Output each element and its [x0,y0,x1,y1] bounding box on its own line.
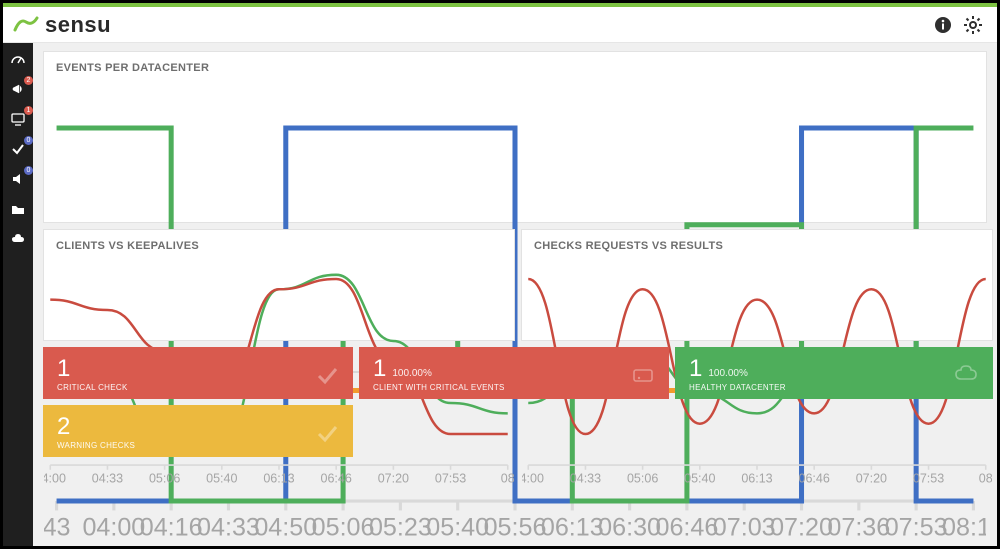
info-icon [934,16,952,34]
check-icon [315,363,339,392]
topbar: sensu [3,3,997,43]
svg-text:06:46: 06:46 [799,471,830,485]
svg-text:43: 43 [44,514,71,542]
svg-text:05:40: 05:40 [426,514,489,542]
svg-text:05:06: 05:06 [312,514,375,542]
svg-text:07:03: 07:03 [713,514,776,542]
tile-value: 1 [373,355,386,382]
sidebar-item-clients[interactable]: 1 [8,109,28,129]
tile-pct: 100.00% [708,368,747,379]
megaphone-icon [10,81,26,97]
info-button[interactable] [933,15,953,35]
svg-text:08: 08 [979,471,992,485]
svg-text:04:33: 04:33 [197,514,260,542]
drive-icon [631,363,655,392]
sidebar-item-events[interactable]: 2 [8,79,28,99]
svg-text:04:00: 04:00 [522,471,544,485]
svg-text:04:33: 04:33 [570,471,601,485]
panel-events-per-dc: EVENTS PER DATACENTER 4304:0004:1604:330… [43,51,987,223]
sidebar-item-stashes[interactable] [8,199,28,219]
svg-text:05:06: 05:06 [149,471,180,485]
svg-text:05:56: 05:56 [484,514,547,542]
tile-critical-check[interactable]: 1 CRITICAL CHECK [43,347,353,399]
svg-text:07:20: 07:20 [378,471,409,485]
panel-clients-vs-keepalives: CLIENTS VS KEEPALIVES 04:0004:3305:0605:… [43,229,515,341]
svg-text:05:23: 05:23 [369,514,432,542]
folder-icon [10,201,26,217]
svg-text:06:46: 06:46 [655,514,718,542]
tile-warning-checks[interactable]: 2 WARNING CHECKS [43,405,353,457]
sidebar-item-dashboard[interactable] [8,49,28,69]
sidebar-badge: 1 [24,106,33,115]
sidebar: 2 1 0 0 [3,43,33,546]
tile-value: 1 [689,355,702,382]
panel-title: CLIENTS VS KEEPALIVES [56,240,199,252]
svg-text:08:10: 08:10 [942,514,986,542]
svg-text:07:53: 07:53 [913,471,944,485]
tile-value: 2 [57,415,135,439]
sidebar-badge: 2 [24,76,33,85]
sensu-logo-icon [13,16,39,34]
svg-text:06:30: 06:30 [598,514,661,542]
gear-icon [964,16,982,34]
svg-text:06:13: 06:13 [741,471,772,485]
cloud-icon [953,363,979,388]
svg-text:07:53: 07:53 [885,514,948,542]
svg-text:05:40: 05:40 [206,471,237,485]
check-icon [10,141,26,157]
tile-value: 1 [57,357,128,381]
panel-title: EVENTS PER DATACENTER [56,62,209,74]
svg-text:06:13: 06:13 [263,471,294,485]
gauge-icon [10,51,26,67]
tile-label: WARNING CHECKS [57,441,135,450]
svg-text:06:13: 06:13 [541,514,604,542]
svg-text:04:50: 04:50 [254,514,317,542]
svg-text:07:20: 07:20 [770,514,833,542]
svg-text:07:36: 07:36 [827,514,890,542]
settings-button[interactable] [963,15,983,35]
sidebar-badge: 0 [24,166,33,175]
logo[interactable]: sensu [13,12,111,38]
svg-text:07:20: 07:20 [856,471,887,485]
svg-text:04:00: 04:00 [82,514,145,542]
tile-healthy-dc[interactable]: 1 100.00% HEALTHY DATACENTER [675,347,993,399]
sidebar-item-datacenters[interactable] [8,229,28,249]
check-icon [315,421,339,450]
svg-text:04:33: 04:33 [92,471,123,485]
sidebar-item-checks[interactable]: 0 [8,139,28,159]
tile-label: CRITICAL CHECK [57,383,128,392]
svg-text:07:53: 07:53 [435,471,466,485]
svg-text:05:40: 05:40 [684,471,715,485]
tile-pct: 100.00% [392,368,431,379]
content: EVENTS PER DATACENTER 4304:0004:1604:330… [33,43,997,546]
svg-text:04:00: 04:00 [44,471,66,485]
tile-client-critical[interactable]: 1 100.00% CLIENT WITH CRITICAL EVENTS [359,347,669,399]
tile-label: HEALTHY DATACENTER [689,383,786,392]
cloud-icon [10,231,26,247]
mute-icon [10,171,26,187]
panel-title: CHECKS REQUESTS VS RESULTS [534,240,723,252]
svg-text:05:06: 05:06 [627,471,658,485]
display-icon [10,111,26,127]
svg-text:06:46: 06:46 [321,471,352,485]
sidebar-badge: 0 [24,136,33,145]
panel-checks-vs-results: CHECKS REQUESTS VS RESULTS 04:0004:3305:… [521,229,993,341]
sidebar-item-silenced[interactable]: 0 [8,169,28,189]
svg-text:04:16: 04:16 [140,514,203,542]
logo-text: sensu [45,12,111,38]
svg-text:08: 08 [501,471,514,485]
tile-label: CLIENT WITH CRITICAL EVENTS [373,383,505,392]
